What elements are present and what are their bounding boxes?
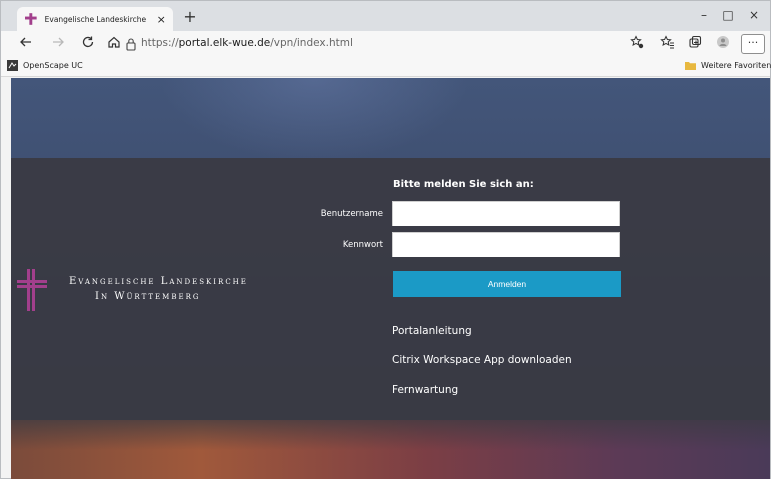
new-tab-button[interactable]: + [181,8,199,26]
link-portal-guide[interactable]: Portalanleitung [392,325,472,337]
tab-strip: Evangelische Landeskirche in Wü × + – □ … [1,1,770,31]
folder-icon [685,62,696,70]
minimize-button[interactable]: – [691,6,717,24]
tab-close-icon[interactable]: × [155,13,167,26]
login-panel [11,158,770,420]
login-button[interactable]: Anmelden [393,271,621,297]
refresh-button[interactable] [79,35,97,53]
church-logo-icon [17,269,47,311]
star-add-icon [630,35,644,49]
link-remote-maintenance[interactable]: Fernwartung [392,384,458,396]
maximize-button[interactable]: □ [715,6,741,24]
arrow-right-icon [53,37,64,47]
org-name-line1: Evangelische Landeskirche [69,276,248,287]
openscape-icon [7,60,18,71]
more-menu-button[interactable]: ··· [741,34,765,54]
profile-button[interactable] [713,35,733,53]
favorites-star-icon [660,35,674,49]
arrow-left-icon [20,37,31,47]
favorites-button[interactable] [657,35,677,53]
forward-button[interactable] [49,35,67,53]
back-button[interactable] [17,35,35,53]
collections-button[interactable] [685,35,705,53]
username-field[interactable] [392,201,620,226]
url-field[interactable]: https://portal.elk-wue.de/vpn/index.html [141,37,353,49]
read-aloud-button[interactable] [627,35,647,53]
profile-avatar-icon [717,36,729,48]
home-button[interactable] [105,35,123,53]
close-window-button[interactable]: × [741,6,767,24]
favorite-label: OpenScape UC [23,61,83,70]
home-icon [108,36,120,48]
background-glow [11,420,770,479]
church-favicon-icon [25,13,37,25]
org-name-line2: In Württemberg [95,291,201,302]
browser-window: Evangelische Landeskirche in Wü × + – □ … [0,0,771,479]
password-field[interactable] [392,232,620,257]
favorite-more-folder[interactable]: Weitere Favoriten [685,60,771,71]
browser-tab[interactable]: Evangelische Landeskirche in Wü × [17,7,173,31]
link-citrix-download[interactable]: Citrix Workspace App downloaden [392,354,572,366]
lock-icon[interactable] [125,37,137,51]
username-input[interactable] [393,203,619,226]
tab-title: Evangelische Landeskirche in Wü [44,14,150,24]
url-host: portal.elk-wue.de [178,37,271,49]
url-path: /vpn/index.html [270,37,353,49]
login-heading: Bitte melden Sie sich an: [393,179,534,190]
refresh-icon [82,36,94,48]
favorite-label: Weitere Favoriten [701,61,771,70]
favorite-openscape[interactable]: OpenScape UC [7,60,83,71]
favorites-bar: OpenScape UC Weitere Favoriten [1,57,771,77]
password-label: Kennwort [342,240,383,250]
collections-icon [689,35,702,48]
url-scheme: https:// [141,37,179,49]
password-input[interactable] [393,234,619,257]
portal-page: Bitte melden Sie sich an: Benutzername K… [11,78,770,479]
username-label: Benutzername [320,209,383,219]
address-bar-row: https://portal.elk-wue.de/vpn/index.html… [1,31,770,57]
